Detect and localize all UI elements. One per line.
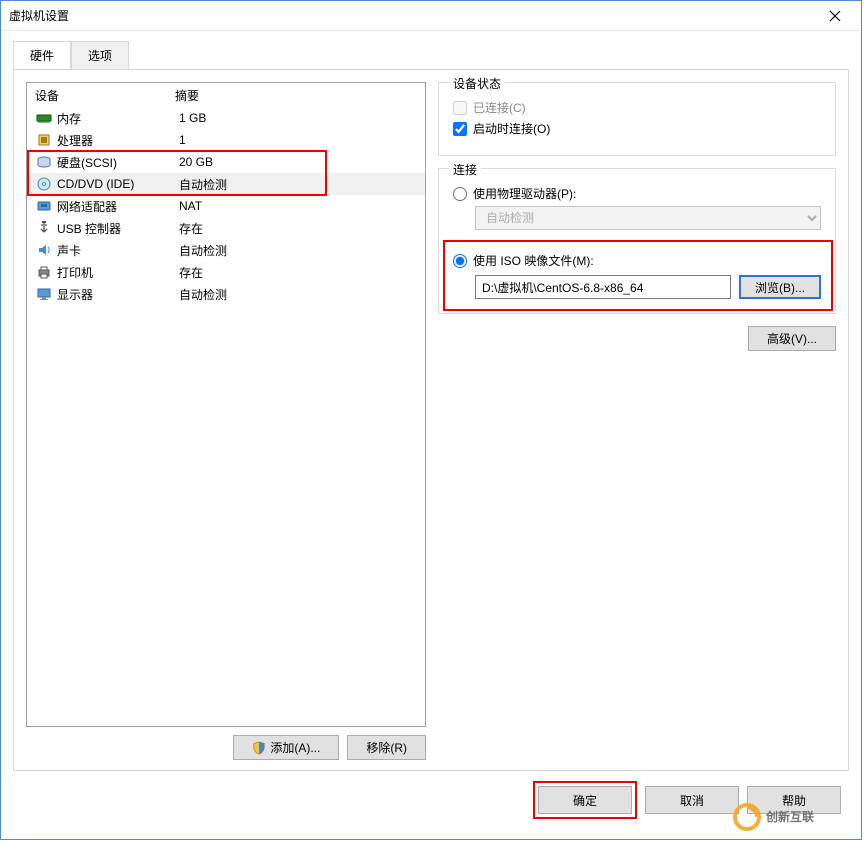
connected-checkbox xyxy=(453,101,467,115)
cancel-button[interactable]: 取消 xyxy=(645,786,739,814)
connect-power-on-checkbox[interactable] xyxy=(453,122,467,136)
physical-drive-radio-row[interactable]: 使用物理驱动器(P): xyxy=(453,185,821,202)
add-button[interactable]: 添加(A)... xyxy=(233,735,339,760)
content-area: 硬件 选项 设备 摘要 内存 1 GB xyxy=(1,31,861,839)
close-icon xyxy=(827,8,843,24)
tab-body: 设备 摘要 内存 1 GB 处理器 1 xyxy=(13,69,849,771)
footer: 确定 取消 帮助 xyxy=(13,771,849,827)
tabs: 硬件 选项 xyxy=(13,41,849,70)
cpu-icon xyxy=(36,132,52,148)
table-header: 设备 摘要 xyxy=(27,83,425,107)
table-row[interactable]: 网络适配器 NAT xyxy=(27,195,425,217)
right-panel: 设备状态 已连接(C) 启动时连接(O) 连接 xyxy=(438,82,836,760)
table-row[interactable]: 内存 1 GB xyxy=(27,107,425,129)
device-status-title: 设备状态 xyxy=(449,75,505,92)
browse-button[interactable]: 浏览(B)... xyxy=(739,275,821,299)
advanced-row: 高级(V)... xyxy=(438,326,836,351)
connection-title: 连接 xyxy=(449,161,481,178)
physical-drive-radio[interactable] xyxy=(453,187,467,201)
memory-icon xyxy=(36,110,52,126)
vm-settings-window: 虚拟机设置 硬件 选项 设备 摘要 内存 xyxy=(0,0,862,840)
tab-options[interactable]: 选项 xyxy=(71,41,129,70)
table-row[interactable]: 硬盘(SCSI) 20 GB xyxy=(27,151,425,173)
titlebar: 虚拟机设置 xyxy=(1,1,861,31)
close-button[interactable] xyxy=(813,3,857,29)
left-actions: 添加(A)... 移除(R) xyxy=(26,735,426,760)
tab-hardware[interactable]: 硬件 xyxy=(13,41,71,70)
table-row[interactable]: 打印机 存在 xyxy=(27,261,425,283)
col-device-header: 设备 xyxy=(35,87,175,104)
table-row[interactable]: 声卡 自动检测 xyxy=(27,239,425,261)
iso-path-input[interactable] xyxy=(475,275,731,299)
advanced-button[interactable]: 高级(V)... xyxy=(748,326,836,351)
disk-icon xyxy=(36,154,52,170)
device-status-group: 设备状态 已连接(C) 启动时连接(O) xyxy=(438,82,836,156)
printer-icon xyxy=(36,264,52,280)
shield-icon xyxy=(252,741,266,755)
display-icon xyxy=(36,286,52,302)
highlight-ok: 确定 xyxy=(533,781,637,819)
iso-radio-row[interactable]: 使用 ISO 映像文件(M): xyxy=(453,252,821,269)
window-title: 虚拟机设置 xyxy=(9,7,813,24)
highlight-iso-section: 使用 ISO 映像文件(M): 浏览(B)... xyxy=(443,240,833,311)
table-row[interactable]: USB 控制器 存在 xyxy=(27,217,425,239)
table-row[interactable]: 处理器 1 xyxy=(27,129,425,151)
hardware-table: 设备 摘要 内存 1 GB 处理器 1 xyxy=(26,82,426,727)
connection-group: 连接 使用物理驱动器(P): 自动检测 xyxy=(438,168,836,314)
sound-icon xyxy=(36,242,52,258)
iso-path-row: 浏览(B)... xyxy=(475,275,821,299)
iso-radio[interactable] xyxy=(453,254,467,268)
table-row[interactable]: CD/DVD (IDE) 自动检测 xyxy=(27,173,425,195)
left-panel: 设备 摘要 内存 1 GB 处理器 1 xyxy=(26,82,426,760)
col-summary-header: 摘要 xyxy=(175,87,417,104)
ok-button[interactable]: 确定 xyxy=(538,786,632,814)
network-icon xyxy=(36,198,52,214)
table-row[interactable]: 显示器 自动检测 xyxy=(27,283,425,305)
cd-icon xyxy=(36,176,52,192)
physical-combo-wrap: 自动检测 xyxy=(475,206,821,230)
remove-button[interactable]: 移除(R) xyxy=(347,735,426,760)
help-button[interactable]: 帮助 xyxy=(747,786,841,814)
physical-drive-combo: 自动检测 xyxy=(475,206,821,230)
connect-power-on-row[interactable]: 启动时连接(O) xyxy=(453,120,821,137)
usb-icon xyxy=(36,220,52,236)
connected-checkbox-row: 已连接(C) xyxy=(453,99,821,116)
